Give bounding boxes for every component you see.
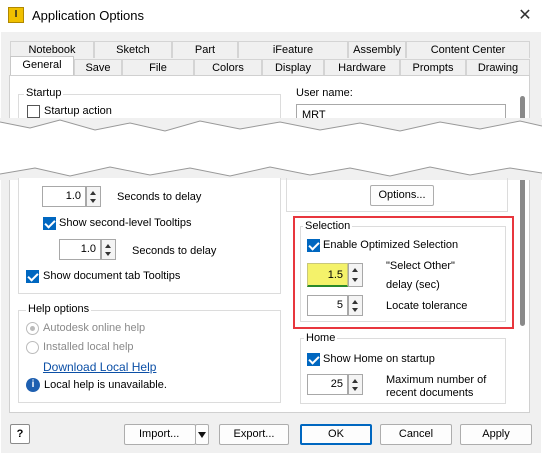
select-other-delay-input[interactable]: 1.5 [307, 263, 348, 287]
ok-button[interactable]: OK [300, 424, 372, 445]
options-button[interactable]: Options... [370, 185, 434, 206]
show-home-label: Show Home on startup [323, 353, 435, 365]
selection-group-title: Selection [303, 220, 353, 232]
tab-sketch[interactable]: Sketch [94, 41, 172, 58]
help-options-title: Help options [26, 303, 92, 315]
tab-content-center[interactable]: Content Center [406, 41, 530, 58]
user-name-label: User name: [296, 87, 353, 99]
startup-group-title: Startup [24, 87, 64, 99]
tab-save[interactable]: Save [74, 59, 122, 76]
tab-general[interactable]: General [10, 56, 74, 76]
online-help-radio[interactable] [26, 322, 39, 335]
local-help-unavailable-text: Local help is unavailable. [44, 379, 167, 391]
second-level-delay-input[interactable]: 1.0 [59, 239, 101, 260]
locate-tolerance-label: Locate tolerance [386, 300, 468, 312]
startup-action-checkbox[interactable] [27, 105, 40, 118]
recent-documents-input[interactable]: 25 [307, 374, 348, 395]
apply-button[interactable]: Apply [460, 424, 532, 445]
import-button[interactable]: Import... [124, 424, 196, 445]
tab-hardware[interactable]: Hardware [324, 59, 400, 76]
online-help-label: Autodesk online help [43, 322, 146, 334]
tab-drawing[interactable]: Drawing [466, 59, 530, 76]
download-local-help-link[interactable]: Download Local Help [43, 360, 156, 374]
second-level-tooltips-label: Show second-level Tooltips [59, 217, 192, 229]
app-icon: I [8, 7, 24, 23]
locate-tolerance-spinner[interactable] [348, 295, 363, 316]
recent-documents-label-line2: recent documents [386, 387, 474, 399]
import-dropdown[interactable] [195, 424, 209, 445]
document-tab-tooltips-checkbox[interactable] [26, 270, 39, 283]
tooltip-delay-label: Seconds to delay [117, 191, 202, 203]
close-icon[interactable]: ✕ [514, 5, 536, 27]
local-help-radio[interactable] [26, 341, 39, 354]
help-icon[interactable]: ? [10, 424, 30, 444]
document-tab-tooltips-label: Show document tab Tooltips [43, 270, 181, 282]
second-level-tooltips-checkbox[interactable] [43, 217, 56, 230]
torn-edge [0, 118, 542, 180]
chevron-down-icon [198, 432, 206, 438]
show-home-checkbox[interactable] [307, 353, 320, 366]
recent-documents-spinner[interactable] [348, 374, 363, 395]
startup-action-label: Startup action [44, 105, 112, 117]
tab-assembly[interactable]: Assembly [348, 41, 406, 58]
second-level-delay-label: Seconds to delay [132, 245, 217, 257]
tooltip-delay-input[interactable]: 1.0 [42, 186, 86, 207]
cancel-button[interactable]: Cancel [380, 424, 452, 445]
select-other-label-line1: "Select Other" [386, 260, 455, 272]
optimized-selection-checkbox[interactable] [307, 239, 320, 252]
optimized-selection-label: Enable Optimized Selection [323, 239, 459, 251]
tab-ifeature[interactable]: iFeature [238, 41, 348, 58]
export-button[interactable]: Export... [219, 424, 289, 445]
tab-prompts[interactable]: Prompts [400, 59, 466, 76]
tab-file[interactable]: File [122, 59, 194, 76]
select-other-delay-spinner[interactable] [348, 263, 363, 287]
window-title: Application Options [32, 8, 145, 23]
locate-tolerance-input[interactable]: 5 [307, 295, 348, 316]
select-other-label-line2: delay (sec) [386, 279, 440, 291]
info-icon: i [26, 378, 40, 392]
tab-part[interactable]: Part [172, 41, 238, 58]
recent-documents-label-line1: Maximum number of [386, 374, 487, 386]
tab-display[interactable]: Display [262, 59, 324, 76]
tooltip-delay-spinner[interactable] [86, 186, 101, 207]
tab-colors[interactable]: Colors [194, 59, 262, 76]
home-group-title: Home [304, 332, 338, 344]
local-help-label: Installed local help [43, 341, 134, 353]
second-level-delay-spinner[interactable] [101, 239, 116, 260]
